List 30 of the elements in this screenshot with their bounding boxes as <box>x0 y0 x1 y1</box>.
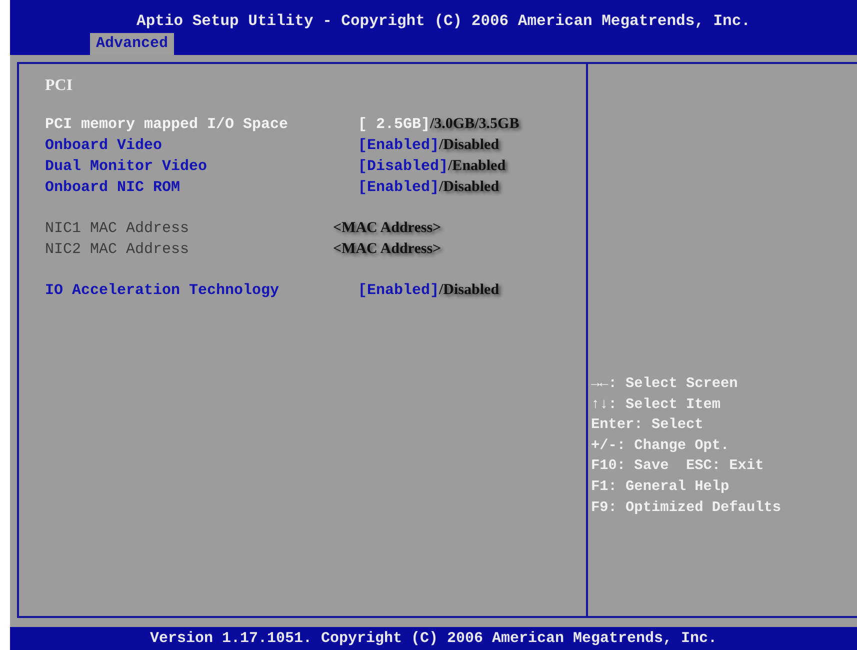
setting-value: <MAC Address> <box>333 219 442 238</box>
help-line: ↑↓: Select Item <box>591 396 722 415</box>
setting-value[interactable]: [Enabled] <box>358 177 440 198</box>
setting-options: /Disabled <box>439 280 500 301</box>
status-bar: Version 1.17.1051. Copyright (C) 2006 American Megatrends, Inc. <box>10 627 857 650</box>
setting-label[interactable]: Onboard Video <box>45 137 162 154</box>
window-title: Aptio Setup Utility - Copyright (C) 2006 American Megatrends, Inc. <box>136 11 752 32</box>
help-line: Enter: Select <box>591 416 704 436</box>
setting-options: /3.0GB/3.5GB <box>430 114 520 135</box>
setting-label[interactable]: IO Acceleration Technology <box>45 282 280 299</box>
help-line: F10: Save ESC: Exit <box>591 457 765 476</box>
setting-value[interactable]: [ 2.5GB] <box>358 114 430 135</box>
setting-label: NIC2 MAC Address <box>45 241 190 258</box>
help-line: F9: Optimized Defaults <box>591 498 782 518</box>
setting-value: <MAC Address> <box>333 240 442 259</box>
setting-value[interactable]: [Enabled] <box>358 280 440 301</box>
help-line: +/-: Change Opt. <box>591 436 730 456</box>
setting-options: /Disabled <box>439 177 500 198</box>
setting-label[interactable]: Dual Monitor Video <box>45 158 208 175</box>
setting-value[interactable]: [Enabled] <box>358 135 440 156</box>
setting-label: NIC1 MAC Address <box>45 220 190 237</box>
setting-label[interactable]: PCI memory mapped I/O Space <box>45 116 288 133</box>
setting-label[interactable]: Onboard NIC ROM <box>45 179 180 196</box>
help-line: →←: Select Screen <box>591 375 739 394</box>
setting-value[interactable]: [Disabled] <box>358 156 448 177</box>
tab[interactable]: Advanced <box>90 33 174 55</box>
help-line: F1: General Help <box>591 478 730 497</box>
section-title: PCI <box>45 76 74 96</box>
setting-options: /Enabled <box>448 156 506 177</box>
setting-options: /Disabled <box>439 135 500 156</box>
